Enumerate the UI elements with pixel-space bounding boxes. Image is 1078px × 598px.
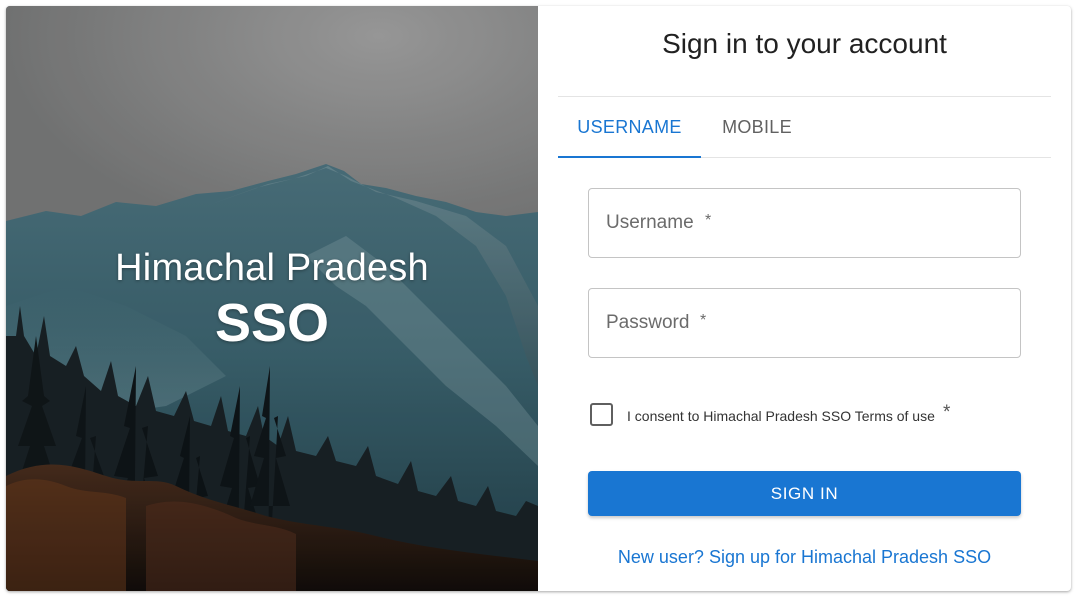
form-title: Sign in to your account xyxy=(662,28,947,59)
consent-label: I consent to Himachal Pradesh SSO Terms … xyxy=(627,408,935,424)
auth-tabs: USERNAME MOBILE xyxy=(558,96,1051,158)
password-field: * xyxy=(588,288,1021,358)
sign-in-button[interactable]: SIGN IN xyxy=(588,471,1021,516)
consent-checkbox[interactable] xyxy=(590,403,613,426)
hero-title: Himachal Pradesh SSO xyxy=(6,246,538,354)
username-field: * xyxy=(588,188,1021,258)
hero-title-line1: Himachal Pradesh xyxy=(115,247,429,289)
active-tab-indicator xyxy=(558,156,701,158)
hero-panel: Himachal Pradesh SSO xyxy=(6,6,538,591)
tab-mobile[interactable]: MOBILE xyxy=(701,97,813,157)
password-input[interactable] xyxy=(589,289,1020,357)
sign-up-link[interactable]: New user? Sign up for Himachal Pradesh S… xyxy=(538,547,1071,568)
tab-username[interactable]: USERNAME xyxy=(558,97,701,157)
signin-form-panel: Sign in to your account USERNAME MOBILE … xyxy=(538,6,1071,591)
consent-required-marker: * xyxy=(943,402,951,423)
hero-title-line2: SSO xyxy=(214,293,330,353)
username-input[interactable] xyxy=(589,189,1020,257)
login-card: Himachal Pradesh SSO Sign in to your acc… xyxy=(6,6,1071,591)
